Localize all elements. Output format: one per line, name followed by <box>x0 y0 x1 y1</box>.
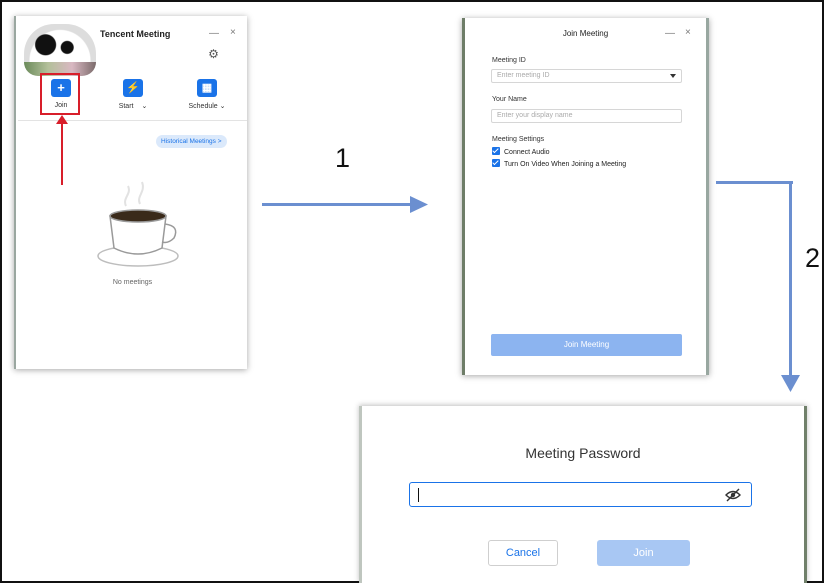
eye-slash-icon[interactable] <box>725 488 741 502</box>
join-highlight-box <box>40 73 80 115</box>
meeting-id-placeholder: Enter meeting ID <box>497 72 550 79</box>
join-button[interactable]: Join <box>597 540 690 566</box>
cancel-button[interactable]: Cancel <box>488 540 558 566</box>
video-on-join-label: Turn On Video When Joining a Meeting <box>504 161 627 168</box>
minimize-button[interactable]: — <box>209 28 219 39</box>
video-on-join-checkbox[interactable]: Turn On Video When Joining a Meeting <box>492 159 626 168</box>
arrow-down-icon <box>781 375 800 392</box>
empty-state-text: No meetings <box>112 279 153 286</box>
password-input[interactable] <box>409 482 752 507</box>
historical-meetings-button[interactable]: Historical Meetings > <box>156 135 227 148</box>
tencent-meeting-window: Tencent Meeting — × ⚙ + Join ⚡ Start ⌄ ▦… <box>14 16 247 369</box>
display-name-input[interactable]: Enter your display name <box>491 109 682 123</box>
minimize-button[interactable]: — <box>665 28 675 39</box>
calendar-icon: ▦ <box>197 79 217 97</box>
your-name-label: Your Name <box>492 96 527 103</box>
meeting-id-input[interactable]: Enter meeting ID <box>491 69 682 83</box>
dialog-title: Meeting Password <box>525 445 641 461</box>
red-arrow-shaft <box>61 119 63 185</box>
avatar[interactable] <box>24 24 96 76</box>
flow-arrow-1-line <box>262 203 416 206</box>
close-button[interactable]: × <box>685 27 691 38</box>
checkbox-checked-icon[interactable] <box>492 159 500 167</box>
start-label: Start <box>118 103 134 110</box>
connect-audio-checkbox[interactable]: Connect Audio <box>492 147 550 156</box>
checkbox-checked-icon[interactable] <box>492 147 500 155</box>
step-number-1: 1 <box>335 143 351 173</box>
red-arrow-icon <box>56 115 68 124</box>
divider <box>18 120 247 121</box>
join-meeting-button[interactable]: Join Meeting <box>491 334 682 356</box>
start-tool-button[interactable]: ⚡ Start ⌄ <box>108 79 158 110</box>
schedule-tool-button[interactable]: ▦ Schedule ⌄ <box>182 79 232 110</box>
meeting-password-dialog: Meeting Password Cancel Join <box>359 406 807 583</box>
dropdown-caret-icon[interactable] <box>670 74 676 78</box>
gear-icon[interactable]: ⚙ <box>207 48 220 61</box>
join-meeting-dialog: Join Meeting — × Meeting ID Enter meetin… <box>462 18 709 375</box>
app-title: Tencent Meeting <box>100 29 171 39</box>
step-number-2: 2 <box>805 243 821 273</box>
flow-arrow-2-horizontal <box>716 181 793 184</box>
meeting-id-label: Meeting ID <box>492 57 526 64</box>
schedule-label: Schedule <box>188 103 218 110</box>
meeting-settings-label: Meeting Settings <box>492 136 545 143</box>
flow-arrow-2-vertical <box>789 181 792 377</box>
chevron-down-icon[interactable]: ⌄ <box>220 103 226 110</box>
coffee-cup-icon <box>97 181 179 267</box>
display-name-placeholder: Enter your display name <box>497 112 573 119</box>
arrow-right-icon <box>410 196 428 213</box>
connect-audio-label: Connect Audio <box>504 149 550 156</box>
close-button[interactable]: × <box>230 27 236 38</box>
text-cursor <box>418 488 419 502</box>
lightning-icon: ⚡ <box>123 79 143 97</box>
chevron-down-icon[interactable]: ⌄ <box>141 103 147 110</box>
